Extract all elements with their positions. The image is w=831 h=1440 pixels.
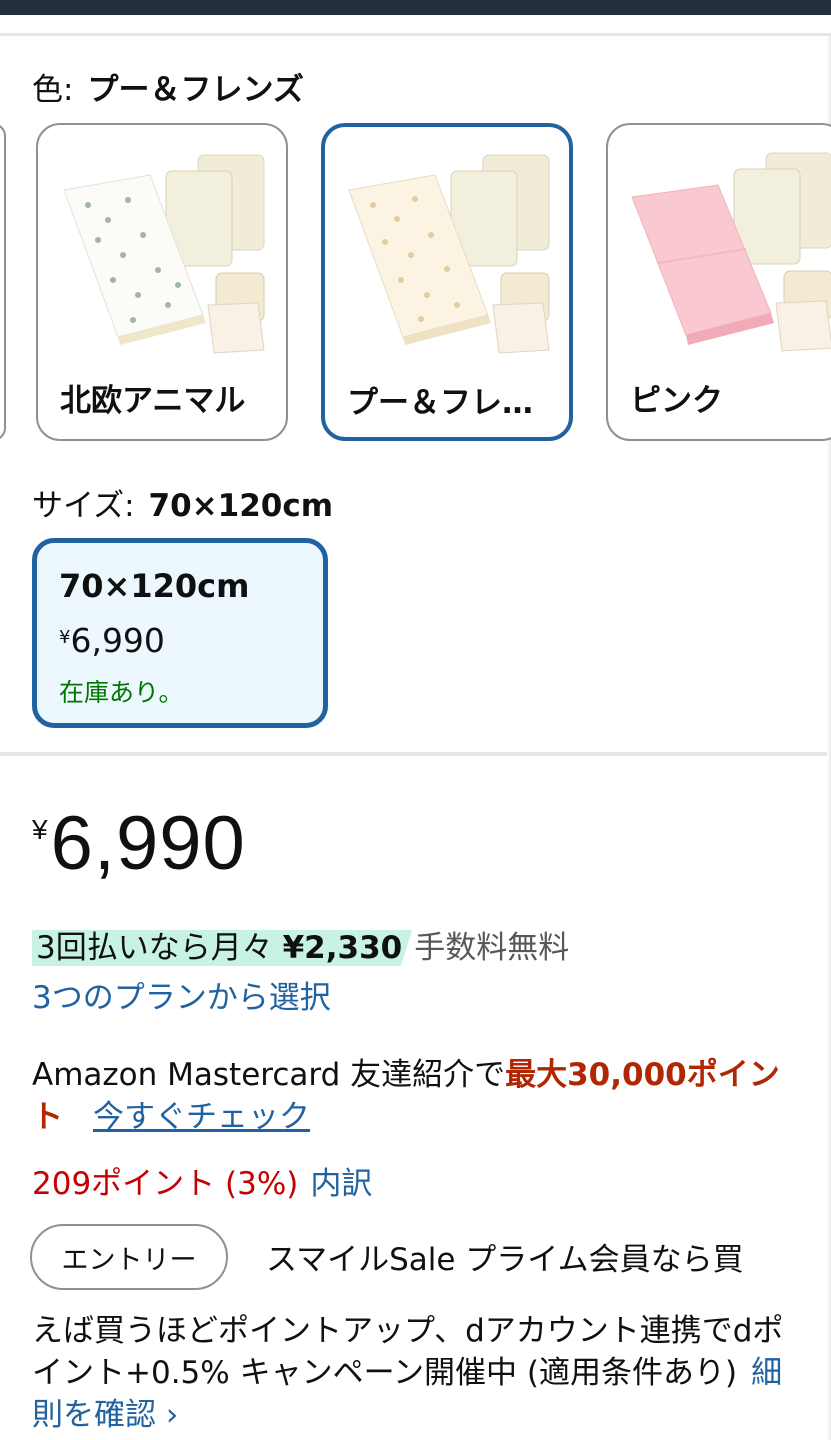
color-swatch-pink[interactable]: ピンク: [606, 123, 831, 441]
points-breakdown-link[interactable]: 内訳: [310, 1166, 372, 1202]
size-option-size: 70×120cm: [59, 567, 250, 605]
size-option-price-value: 6,990: [70, 621, 165, 660]
size-option-70x120[interactable]: 70×120cm ¥6,990 在庫あり。: [32, 538, 328, 728]
sale-text-line2: えば買うほどポイントアップ、dアカウント連携でdポイント+0.5% キャンペーン…: [32, 1313, 784, 1391]
swatch-label: プー＆フレ…: [347, 385, 533, 421]
card-promo: Amazon Mastercard 友達紹介で最大30,000ポイント 今すぐチェ…: [32, 1054, 792, 1138]
swatch-image-pooh-friends: [348, 154, 550, 354]
color-label: 色:: [32, 72, 74, 108]
swatch-image-pink: [631, 152, 831, 352]
top-app-bar: [0, 0, 831, 15]
size-option-price: ¥6,990: [59, 621, 165, 660]
sale-text-line1: スマイルSale プライム会員なら買: [266, 1242, 744, 1278]
card-promo-link[interactable]: 今すぐチェック: [93, 1099, 310, 1135]
installment-highlight: 3回払いなら月々 ¥2,330: [32, 930, 413, 966]
color-label-row: 色: プー＆フレンズ: [32, 64, 304, 109]
currency-symbol: ¥: [32, 814, 49, 845]
main-price: ¥6,990: [32, 800, 246, 887]
availability-text: 在庫あり。: [59, 678, 184, 707]
points-text: 209ポイント (3%): [32, 1166, 299, 1202]
installment-fee: 手数料無料: [414, 930, 570, 966]
top-divider: [0, 33, 831, 36]
points-row: 209ポイント (3%) 内訳: [32, 1158, 372, 1203]
installment-amount: ¥2,330: [282, 930, 403, 966]
previous-swatch-edge[interactable]: [0, 123, 6, 441]
installment-row: 3回払いなら月々 ¥2,330 手数料無料: [32, 922, 569, 967]
main-price-value: 6,990: [50, 801, 246, 886]
currency-symbol: ¥: [59, 627, 71, 648]
size-label: サイズ:: [32, 488, 135, 524]
size-label-row: サイズ: 70×120cm: [32, 480, 333, 525]
swatch-label: 北欧アニマル: [60, 383, 246, 419]
installment-plan-link[interactable]: 3つのプランから選択: [32, 972, 331, 1017]
entry-button[interactable]: エントリー: [30, 1224, 228, 1290]
swatch-image-nordic-animal: [63, 154, 265, 354]
swatch-label: ピンク: [630, 383, 723, 419]
installment-text: 3回払いなら月々: [36, 930, 273, 966]
card-promo-text: Amazon Mastercard 友達紹介で: [32, 1057, 506, 1093]
color-swatch-pooh-friends[interactable]: プー＆フレ…: [321, 123, 573, 441]
color-selected-value: プー＆フレンズ: [87, 72, 304, 108]
size-selected-value: 70×120cm: [148, 488, 334, 524]
section-divider: [0, 752, 827, 756]
sale-text-body: えば買うほどポイントアップ、dアカウント連携でdポイント+0.5% キャンペーン…: [32, 1310, 802, 1436]
color-swatch-nordic-animal[interactable]: 北欧アニマル: [36, 123, 288, 441]
